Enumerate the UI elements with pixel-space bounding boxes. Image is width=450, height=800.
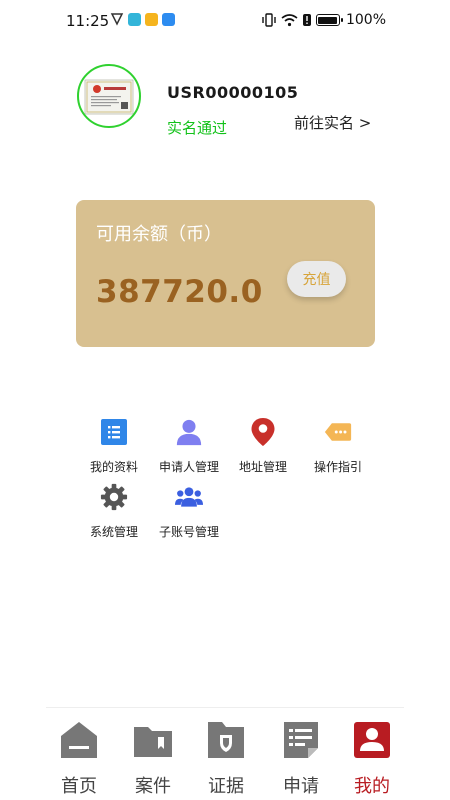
balance-label: 可用余额（币）	[96, 224, 222, 245]
status-notification-icons	[110, 12, 175, 26]
location-pin-icon	[249, 418, 277, 446]
gear-icon	[100, 483, 128, 511]
menu-sub-account-management[interactable]: 子账号管理	[149, 483, 229, 539]
avatar[interactable]	[77, 64, 141, 128]
verify-status: 实名通过	[167, 119, 228, 137]
status-right-icons: 100%	[261, 12, 386, 28]
form-document-icon	[284, 722, 318, 758]
menu-operation-guide[interactable]: 操作指引	[298, 418, 378, 474]
recharge-button[interactable]: 充值	[287, 261, 346, 297]
go-verify-link[interactable]: 前往实名 >	[294, 112, 371, 133]
user-profile-icon	[354, 722, 390, 758]
status-bar: 11:25 100%	[0, 0, 450, 44]
business-license-icon	[84, 79, 134, 115]
home-icon	[61, 722, 97, 758]
tab-apply[interactable]: 申请	[271, 708, 331, 800]
tab-label: 案件	[135, 776, 171, 797]
battery-icon	[315, 14, 343, 26]
vpn-icon	[110, 13, 124, 26]
evidence-folder-icon	[208, 722, 244, 758]
group-users-icon	[175, 483, 203, 511]
menu-label: 操作指引	[313, 460, 362, 474]
profile-list-icon	[100, 418, 128, 446]
tab-label: 证据	[208, 776, 244, 797]
tab-cases[interactable]: 案件	[123, 708, 183, 800]
tab-mine[interactable]: 我的	[342, 708, 402, 800]
menu-my-profile[interactable]: 我的资料	[74, 418, 154, 474]
app-book-icon	[128, 12, 141, 26]
bottom-tab-bar: 首页 案件 证据 申请 我的	[46, 707, 404, 800]
status-time: 11:25	[66, 12, 110, 30]
tab-evidence[interactable]: 证据	[196, 708, 256, 800]
menu-label: 系统管理	[89, 525, 138, 539]
tag-icon	[324, 418, 352, 446]
battery-percent: 100%	[345, 12, 386, 28]
menu-label: 子账号管理	[158, 525, 219, 539]
menu-label: 我的资料	[89, 460, 138, 474]
folder-icon	[134, 727, 172, 757]
menu-label: 申请人管理	[158, 460, 219, 474]
tab-label: 首页	[61, 776, 97, 797]
user-id: USR00000105	[167, 83, 299, 102]
signal-alert-icon	[302, 14, 311, 26]
vibrate-icon	[262, 13, 276, 27]
wifi-icon	[281, 14, 298, 27]
menu-system-management[interactable]: 系统管理	[74, 483, 154, 539]
balance-card: 可用余额（币） 387720.0 充值	[76, 200, 375, 347]
tab-label: 申请	[283, 776, 319, 797]
menu-label: 地址管理	[238, 460, 287, 474]
balance-amount: 387720.0	[96, 274, 263, 310]
person-icon	[175, 418, 203, 446]
menu-applicant-management[interactable]: 申请人管理	[149, 418, 229, 474]
tab-home[interactable]: 首页	[49, 708, 109, 800]
app-d-icon	[162, 12, 175, 26]
weather-icon	[145, 12, 158, 26]
tab-label: 我的	[354, 776, 390, 797]
menu-address-management[interactable]: 地址管理	[223, 418, 303, 474]
